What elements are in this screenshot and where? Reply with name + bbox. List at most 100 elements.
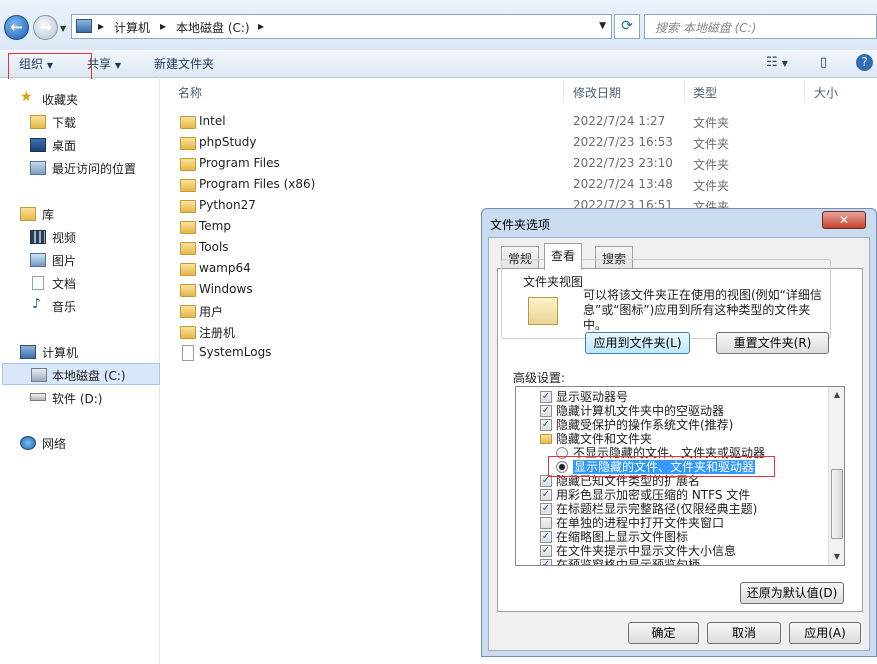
list-item[interactable]: ✓ 在预览窗格中显示预览句柄: [516, 558, 828, 566]
help-icon[interactable]: ?: [856, 54, 873, 71]
checkbox[interactable]: ✓: [540, 531, 552, 543]
folder-icon: [180, 305, 196, 318]
list-item[interactable]: ✓ 在缩略图上显示文件图标: [516, 530, 828, 544]
scroll-down-icon[interactable]: ▼: [829, 549, 844, 565]
checkbox[interactable]: ✓: [540, 419, 552, 431]
file-row[interactable]: Program Files (x86) 2022/7/24 13:48 文件夹: [174, 175, 874, 196]
desktop-icon: [30, 138, 46, 152]
column-divider[interactable]: [563, 80, 564, 102]
new-folder-button[interactable]: 新建文件夹: [154, 55, 214, 72]
cancel-button[interactable]: 取消: [707, 622, 781, 644]
ok-button[interactable]: 确定: [628, 622, 699, 644]
sidebar-item-videos[interactable]: 视频: [30, 226, 188, 248]
preview-pane-icon[interactable]: ▯: [820, 55, 827, 70]
checkbox[interactable]: ✓: [540, 489, 552, 501]
sidebar-item-local-disk[interactable]: 本地磁盘 (C:): [2, 363, 160, 385]
list-item[interactable]: ✓ 用彩色显示加密或压缩的 NTFS 文件: [516, 488, 828, 502]
sidebar-item-computer[interactable]: 计算机: [18, 341, 176, 363]
crumb-computer[interactable]: 计算机: [114, 19, 150, 36]
close-button[interactable]: ✕: [822, 211, 866, 229]
list-item[interactable]: ✓ 隐藏计算机文件夹中的空驱动器: [516, 404, 828, 418]
file-row[interactable]: phpStudy 2022/7/23 16:53 文件夹: [174, 133, 874, 154]
sidebar-item-documents[interactable]: 文档: [30, 272, 188, 294]
folder-icon: [180, 137, 196, 150]
folder-icon: [540, 434, 552, 444]
column-divider[interactable]: [804, 80, 805, 102]
restore-defaults-button[interactable]: 还原为默认值(D): [740, 582, 844, 604]
drive-icon: [31, 368, 47, 382]
folder-view-icon: [528, 297, 558, 325]
file-row[interactable]: Program Files 2022/7/23 23:10 文件夹: [174, 154, 874, 175]
list-item-label: 在文件夹提示中显示文件大小信息: [556, 544, 737, 558]
star-icon: ★: [20, 89, 33, 105]
sidebar-item-music[interactable]: ♪ 音乐: [30, 295, 188, 317]
column-header-type[interactable]: 类型: [693, 84, 717, 101]
folder-icon: [180, 326, 196, 339]
column-divider[interactable]: [684, 80, 685, 102]
tab-view[interactable]: 查看: [544, 243, 583, 270]
crumb-separator-icon[interactable]: ▸: [160, 19, 166, 33]
computer-icon: [76, 19, 92, 33]
file-name: 注册机: [199, 326, 236, 340]
sidebar-item-pictures[interactable]: 图片: [30, 249, 188, 271]
scroll-thumb[interactable]: [831, 469, 843, 539]
list-item-label: 在预览窗格中显示预览句柄: [556, 558, 701, 566]
sidebar-item-library[interactable]: 库: [18, 203, 176, 225]
list-item[interactable]: ✓ 在标题栏显示完整路径(仅限经典主题): [516, 502, 828, 516]
pictures-icon: [30, 253, 46, 267]
checkbox[interactable]: ✓: [540, 559, 552, 565]
sidebar-item-software-drive[interactable]: 软件 (D:): [30, 387, 188, 409]
sidebar-item-network[interactable]: 网络: [18, 432, 176, 454]
file-name: SystemLogs: [199, 345, 272, 359]
back-button[interactable]: ←: [4, 15, 29, 40]
apply-to-folders-button[interactable]: 应用到文件夹(L): [585, 332, 690, 354]
folder-icon: [180, 284, 196, 297]
list-item[interactable]: ✓ 在文件夹提示中显示文件大小信息: [516, 544, 828, 558]
address-bar[interactable]: ▸ 计算机 ▸ 本地磁盘 (C:) ▸ ▼: [71, 14, 612, 39]
share-button[interactable]: 共享 ▼: [87, 55, 121, 72]
reset-folders-button[interactable]: 重置文件夹(R): [716, 332, 829, 354]
list-item-label: 在标题栏显示完整路径(仅限经典主题): [556, 502, 758, 516]
sidebar-label: 计算机: [42, 346, 79, 360]
folder-views-description: 可以将该文件夹正在使用的视图(例如“详细信息”或“图标”)应用到所有这种类型的文…: [583, 288, 822, 332]
list-item-label: 在缩略图上显示文件图标: [556, 530, 689, 544]
checkbox[interactable]: [540, 517, 552, 529]
list-item[interactable]: ✓ 显示驱动器号: [516, 390, 828, 404]
drive-icon: [30, 393, 46, 401]
checkbox[interactable]: ✓: [540, 391, 552, 403]
folder-icon: [180, 158, 196, 171]
sidebar-item-recent[interactable]: 最近访问的位置: [30, 157, 188, 179]
history-dropdown-icon[interactable]: ▼: [60, 24, 66, 33]
file-row[interactable]: Intel 2022/7/24 1:27 文件夹: [174, 112, 874, 133]
sidebar-item-downloads[interactable]: 下载: [30, 111, 188, 133]
file-name: Program Files: [199, 156, 280, 170]
search-input[interactable]: 搜索 本地磁盘 (C:): [644, 14, 877, 39]
column-header-size[interactable]: 大小: [814, 84, 838, 101]
address-dropdown-icon[interactable]: ▼: [599, 21, 606, 31]
sidebar-item-favorites[interactable]: ★ 收藏夹: [18, 88, 176, 110]
crumb-separator-icon[interactable]: ▸: [258, 19, 264, 33]
search-placeholder: 搜索 本地磁盘 (C:): [655, 21, 757, 35]
view-options-icon[interactable]: ☷ ▼: [766, 55, 788, 70]
apply-button[interactable]: 应用(A): [789, 622, 861, 644]
checkbox[interactable]: ✓: [540, 545, 552, 557]
refresh-icon: ⟳: [621, 18, 633, 34]
column-header-name[interactable]: 名称: [178, 84, 202, 101]
refresh-button[interactable]: ⟳: [614, 14, 640, 39]
checkbox[interactable]: ✓: [540, 503, 552, 515]
list-item[interactable]: 在单独的进程中打开文件夹窗口: [516, 516, 828, 530]
file-type: 文件夹: [693, 116, 730, 130]
folder-icon: [180, 200, 196, 213]
checkbox[interactable]: ✓: [540, 405, 552, 417]
file-icon: [182, 345, 194, 361]
forward-button[interactable]: →: [33, 15, 58, 40]
computer-icon: [20, 345, 36, 359]
column-header-modified[interactable]: 修改日期: [573, 84, 621, 101]
file-type: 文件夹: [693, 158, 730, 172]
scroll-up-icon[interactable]: ▲: [829, 387, 844, 403]
crumb-separator-icon[interactable]: ▸: [98, 19, 104, 33]
crumb-local-disk[interactable]: 本地磁盘 (C:): [176, 19, 250, 36]
list-item[interactable]: ✓ 隐藏受保护的操作系统文件(推荐): [516, 418, 828, 432]
sidebar-item-desktop[interactable]: 桌面: [30, 134, 188, 156]
scrollbar[interactable]: ▲ ▼: [828, 387, 844, 565]
